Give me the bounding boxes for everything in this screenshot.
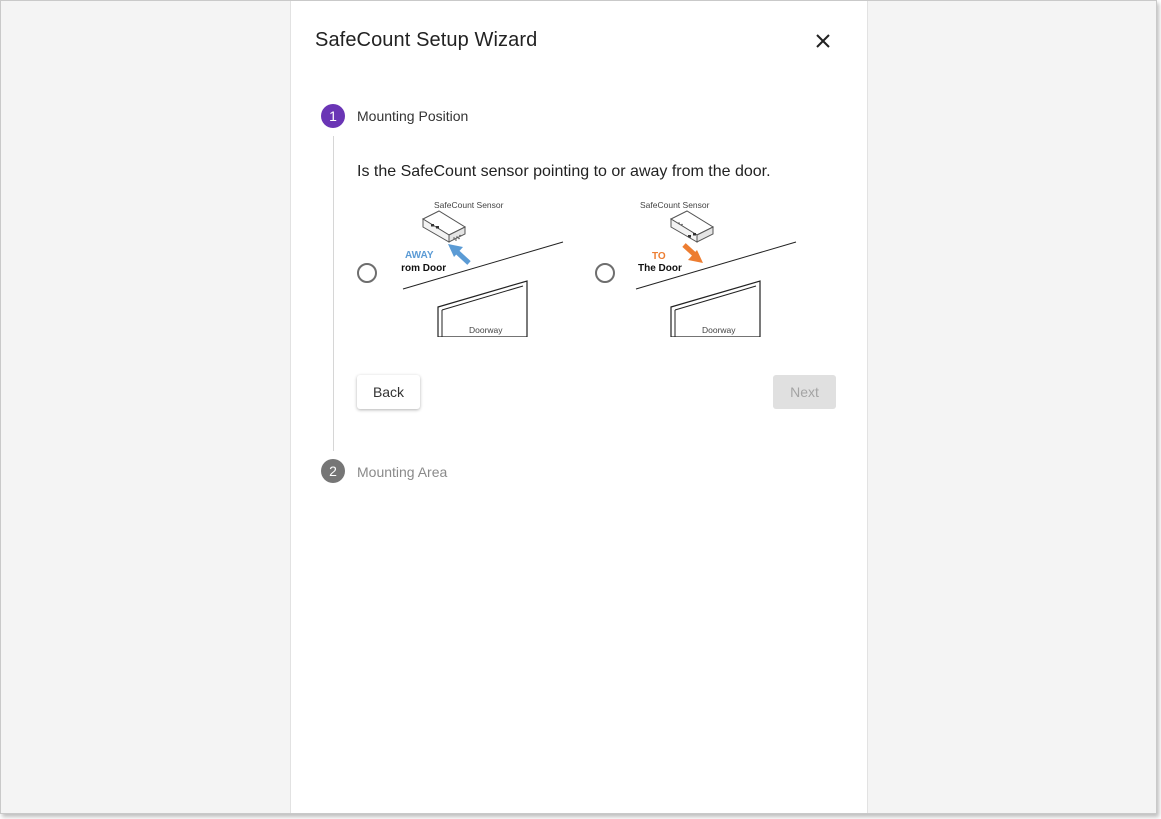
step-1-label: Mounting Position <box>357 108 469 124</box>
wizard-title: SafeCount Setup Wizard <box>315 29 538 51</box>
step-1-number: 1 <box>321 104 345 128</box>
sensor-icon <box>421 210 467 243</box>
close-icon <box>816 34 830 48</box>
to-arrow-icon <box>682 243 703 263</box>
radio-to-the-door[interactable] <box>595 263 615 283</box>
radio-away-from-door[interactable] <box>357 263 377 283</box>
question-text: Is the SafeCount sensor pointing to or a… <box>357 163 771 180</box>
direction-rest-to: The Door <box>638 263 682 274</box>
away-from-door-illustration: SafeCount Sensor AWAY From Door <box>401 200 564 337</box>
to-the-door-illustration: SafeCount Sensor TO The Door Doorway <box>635 200 797 337</box>
direction-word-away: AWAY <box>405 250 434 261</box>
wizard-panel: SafeCount Setup Wizard 1 Mounting Positi… <box>290 1 868 813</box>
doorway-label: Doorway <box>469 325 503 335</box>
back-button[interactable]: Back <box>357 375 420 409</box>
sensor-label: SafeCount Sensor <box>434 200 504 210</box>
direction-word-to: TO <box>652 251 666 262</box>
sensor-icon <box>669 210 715 243</box>
sensor-label: SafeCount Sensor <box>640 200 710 210</box>
step-connector-line <box>333 136 334 451</box>
step-2-label[interactable]: Mounting Area <box>357 464 447 480</box>
direction-rest-away: From Door <box>401 263 446 274</box>
away-arrow-icon <box>448 244 471 265</box>
close-button[interactable] <box>809 27 837 55</box>
doorway-label: Doorway <box>702 325 736 335</box>
app-window: SafeCount Setup Wizard 1 Mounting Positi… <box>0 0 1157 814</box>
step-2-number: 2 <box>321 459 345 483</box>
next-button[interactable]: Next <box>773 375 836 409</box>
